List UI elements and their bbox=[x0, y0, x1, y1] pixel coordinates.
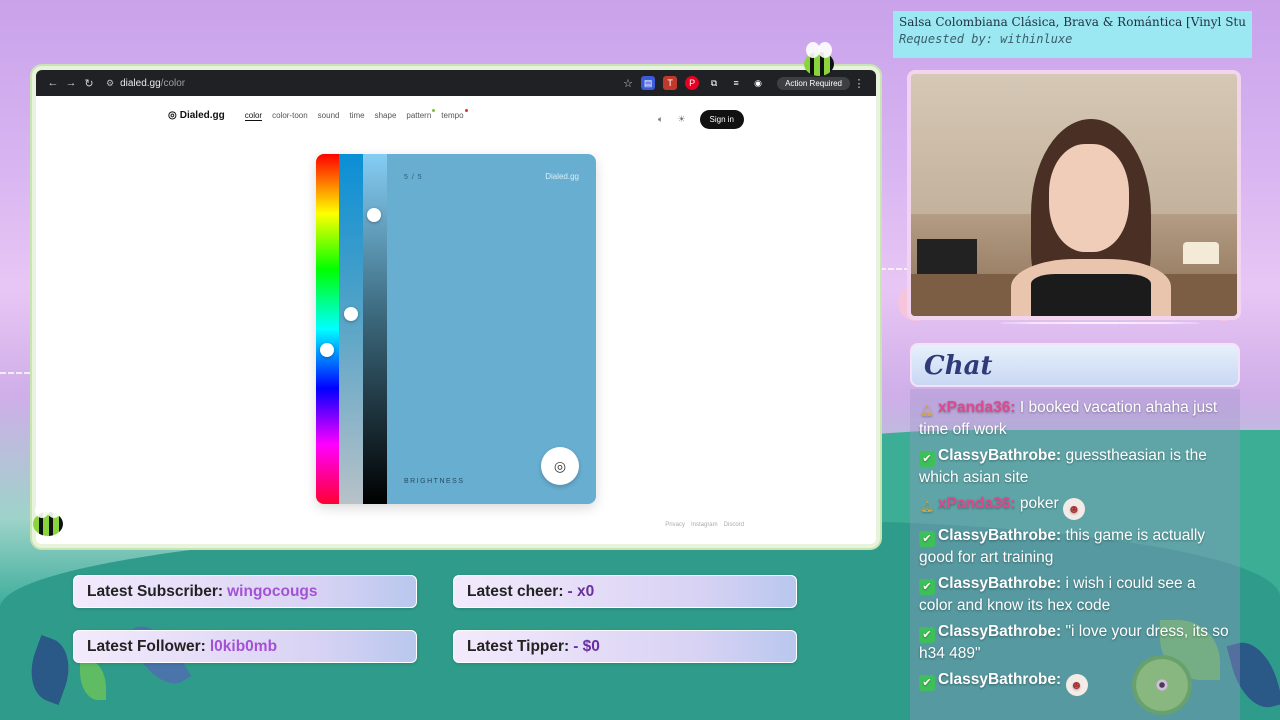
reload-icon[interactable]: ↻ bbox=[80, 77, 98, 90]
extension-icon[interactable]: T bbox=[663, 76, 678, 90]
checkmark-badge-icon: ✔ bbox=[919, 451, 935, 467]
url-host: dialed.gg bbox=[120, 77, 161, 89]
nav-pattern[interactable]: pattern bbox=[406, 109, 436, 120]
saturation-slider[interactable] bbox=[339, 154, 363, 504]
brightness-slider[interactable] bbox=[363, 154, 387, 504]
footer-discord-link[interactable]: Discord bbox=[724, 522, 744, 528]
site-footer: Privacy Instagram Discord bbox=[665, 522, 744, 528]
forward-icon[interactable]: → bbox=[62, 77, 80, 89]
sound-icon[interactable]: 🔈︎ bbox=[658, 114, 663, 125]
footer-privacy-link[interactable]: Privacy bbox=[665, 522, 685, 528]
song-title: Salsa Colombiana Clásica, Brava & Románt… bbox=[899, 15, 1246, 29]
checkmark-badge-icon: ✔ bbox=[919, 579, 935, 595]
chat-message: 🔔︎ xPanda36: I booked vacation ahaha just… bbox=[919, 397, 1231, 440]
subscriber-name: wingocougs bbox=[227, 582, 318, 600]
chat-username[interactable]: xPanda36: bbox=[938, 399, 1016, 416]
pinterest-icon[interactable]: P bbox=[685, 76, 700, 90]
hue-slider[interactable] bbox=[316, 154, 339, 504]
cheer-value: - x0 bbox=[567, 582, 595, 600]
card-brand: Dialed.gg bbox=[545, 172, 579, 181]
reading-list-icon[interactable]: ≡ bbox=[729, 76, 743, 90]
menu-icon[interactable]: ⋮ bbox=[850, 77, 868, 90]
song-request-banner: Salsa Colombiana Clásica, Brava & Románt… bbox=[893, 11, 1252, 58]
nav-color-toon[interactable]: color-toon bbox=[272, 111, 308, 120]
browser-toolbar: ← → ↻ ⚙ dialed.gg/color ☆ ▤ T P ⧉ ≡ ◉ Ac… bbox=[36, 70, 876, 96]
chat-username[interactable]: ClassyBathrobe: bbox=[938, 575, 1061, 592]
slider-label: BRIGHTNESS bbox=[404, 478, 465, 485]
site-nav-right: 🔈︎ ☀ Sign in bbox=[658, 110, 744, 129]
dashed-line bbox=[880, 268, 910, 270]
chat-username[interactable]: ClassyBathrobe: bbox=[938, 623, 1061, 640]
action-required-button[interactable]: Action Required bbox=[777, 76, 850, 90]
bookmark-star-icon[interactable]: ☆ bbox=[619, 77, 637, 90]
emote-icon: ☻ bbox=[1062, 498, 1085, 520]
nav-shape[interactable]: shape bbox=[375, 111, 397, 120]
sign-in-button[interactable]: Sign in bbox=[699, 110, 744, 129]
chat-username[interactable]: ClassyBathrobe: bbox=[938, 447, 1061, 464]
checkmark-badge-icon: ✔ bbox=[919, 627, 935, 643]
latest-cheer: Latest cheer: - x0 bbox=[453, 575, 797, 608]
checkmark-badge-icon: ✔ bbox=[919, 675, 935, 691]
extensions-puzzle-icon[interactable]: ⧉ bbox=[707, 76, 721, 90]
song-requester: Requested by: withinluxe bbox=[899, 32, 1073, 46]
brightness-slider-knob[interactable] bbox=[367, 208, 381, 222]
webcam-feed bbox=[907, 70, 1241, 320]
extension-icon[interactable]: ▤ bbox=[641, 76, 656, 90]
back-icon[interactable]: ← bbox=[44, 77, 62, 89]
follower-name: l0kib0mb bbox=[209, 637, 278, 655]
chat-header: Chat bbox=[910, 343, 1240, 387]
chat-username[interactable]: ClassyBathrobe: bbox=[938, 527, 1061, 544]
nav-time[interactable]: time bbox=[349, 111, 364, 120]
saturation-slider-knob[interactable] bbox=[344, 307, 358, 321]
emote-icon: ☻ bbox=[1065, 674, 1088, 696]
dashed-line bbox=[1000, 322, 1200, 324]
bee-decoration bbox=[804, 42, 834, 76]
chat-message: ✔ ClassyBathrobe: this game is actually g… bbox=[919, 525, 1231, 568]
chat-message: ✔ ClassyBathrobe: guesstheasian is the wh… bbox=[919, 445, 1231, 488]
nav-tempo[interactable]: tempo bbox=[441, 109, 468, 120]
latest-follower: Latest Follower: l0kib0mb bbox=[73, 630, 417, 663]
profile-icon[interactable]: ◉ bbox=[751, 76, 765, 90]
nav-color[interactable]: color bbox=[244, 111, 263, 121]
site-logo[interactable]: ◎ Dialed.gg bbox=[168, 110, 225, 121]
new-dot bbox=[432, 109, 436, 112]
chat-box: 🔔︎ xPanda36: I booked vacation ahaha just… bbox=[910, 389, 1240, 720]
dashed-line bbox=[0, 372, 30, 374]
chat-username[interactable]: ClassyBathrobe: bbox=[938, 671, 1061, 688]
hue-slider-knob[interactable] bbox=[320, 343, 334, 357]
chat-message: ✔ ClassyBathrobe: ☻ bbox=[919, 669, 1231, 696]
bee-decoration bbox=[33, 502, 63, 536]
nav-sound[interactable]: sound bbox=[318, 111, 340, 120]
latest-subscriber: Latest Subscriber: wingocougs bbox=[73, 575, 417, 608]
new-dot bbox=[464, 109, 468, 112]
footer-instagram-link[interactable]: Instagram bbox=[691, 522, 718, 528]
address-bar[interactable]: ⚙ dialed.gg/color bbox=[106, 78, 619, 89]
color-preview: 5 / 5 Dialed.gg BRIGHTNESS ◎ bbox=[387, 154, 596, 504]
step-counter: 5 / 5 bbox=[404, 174, 423, 181]
dial-icon: ◎ bbox=[553, 457, 567, 474]
chat-message: ✔ ClassyBathrobe: i wish i could see a co… bbox=[919, 573, 1231, 616]
site-nav: ◎ Dialed.gg color color-toon sound time s… bbox=[168, 109, 468, 121]
checkmark-badge-icon: ✔ bbox=[919, 531, 935, 547]
chat-message: 🔔︎ xPanda36: poker ☻ bbox=[919, 493, 1231, 520]
color-picker-card: 5 / 5 Dialed.gg BRIGHTNESS ◎ bbox=[316, 154, 596, 504]
browser-window: ← → ↻ ⚙ dialed.gg/color ☆ ▤ T P ⧉ ≡ ◉ Ac… bbox=[32, 66, 880, 548]
submit-dial-button[interactable]: ◎ bbox=[541, 447, 579, 485]
chat-username[interactable]: xPanda36: bbox=[938, 495, 1016, 512]
chat-message: ✔ ClassyBathrobe: "i love your dress, its… bbox=[919, 621, 1231, 664]
bell-badge-icon: 🔔︎ bbox=[920, 501, 934, 513]
bell-badge-icon: 🔔︎ bbox=[920, 405, 934, 417]
site-info-icon[interactable]: ⚙ bbox=[106, 78, 114, 89]
web-page: ◎ Dialed.gg color color-toon sound time s… bbox=[36, 96, 876, 544]
url-path: /color bbox=[160, 77, 186, 89]
chat-text: poker bbox=[1019, 495, 1059, 512]
latest-tipper: Latest Tipper: - $0 bbox=[453, 630, 797, 663]
theme-sun-icon[interactable]: ☀ bbox=[677, 114, 685, 125]
tipper-value: - $0 bbox=[573, 637, 600, 655]
chat-title: Chat bbox=[924, 351, 993, 381]
dial-icon: ◎ bbox=[168, 110, 177, 121]
